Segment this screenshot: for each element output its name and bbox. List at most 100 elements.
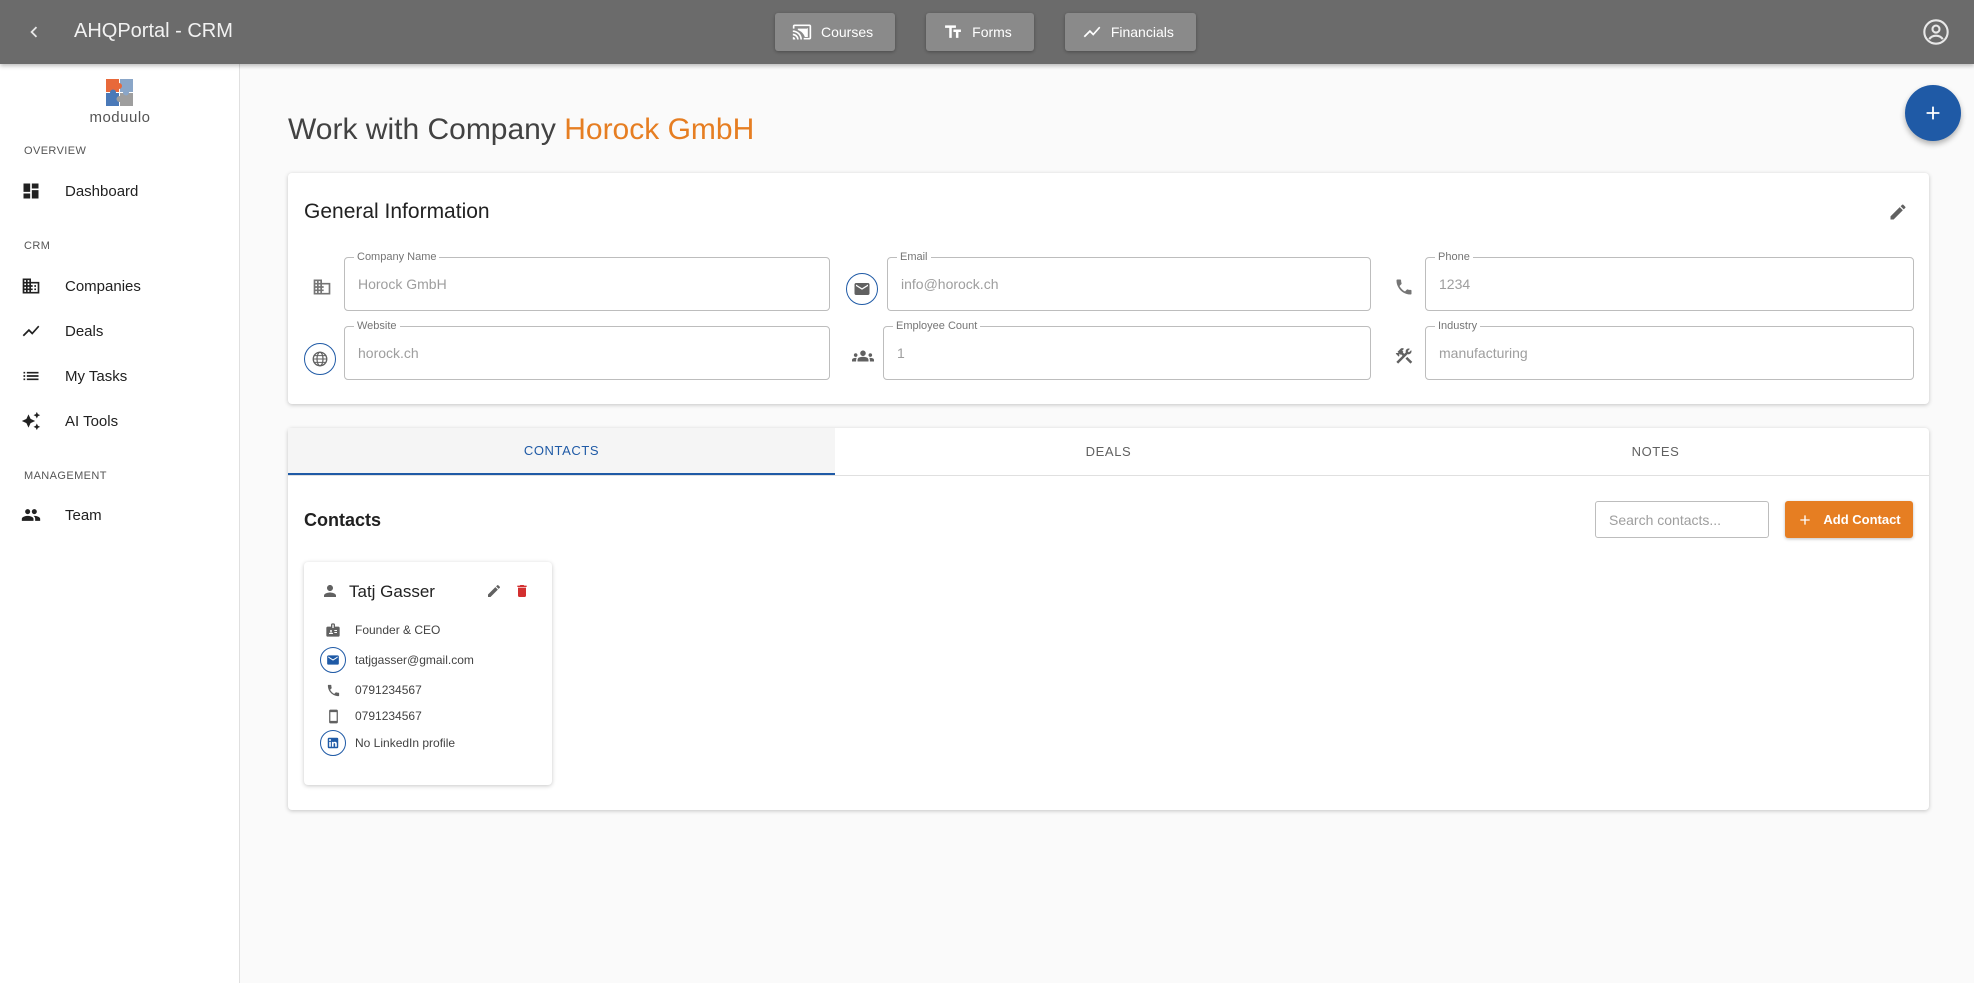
nav-courses-label: Courses [821, 24, 874, 40]
tab-notes[interactable]: NOTES [1382, 428, 1929, 475]
contact-mobile[interactable]: 0791234567 [355, 709, 422, 723]
groups-icon [846, 339, 880, 373]
page-title-prefix: Work with Company [288, 113, 556, 146]
sparkle-icon [20, 410, 42, 432]
general-information-title: General Information [304, 200, 490, 223]
tab-deals[interactable]: DEALS [835, 428, 1382, 475]
company-name-input[interactable] [358, 258, 816, 310]
badge-icon [320, 617, 346, 643]
dashboard-icon [20, 180, 42, 202]
search-contacts-field[interactable] [1595, 501, 1769, 538]
pencil-icon [1890, 204, 1906, 220]
sidebar-item-label: Team [65, 506, 102, 524]
section-label-crm: CRM [24, 240, 51, 252]
sidebar: moduulo OVERVIEW Dashboard CRM Companies… [0, 64, 240, 983]
phone-field[interactable]: Phone [1425, 251, 1914, 311]
linkedin-icon [320, 730, 346, 756]
email-field[interactable]: Email [887, 251, 1371, 311]
logo-text: moduulo [89, 109, 151, 126]
phone-icon [1387, 270, 1421, 304]
general-information-card: General Information Company Name Email P… [288, 173, 1929, 404]
nav-financials-button[interactable]: Financials [1064, 13, 1196, 51]
delete-contact-button[interactable] [511, 580, 533, 602]
construction-icon [1387, 339, 1421, 373]
page-title: Work with Company Horock GmbH [288, 113, 754, 147]
people-icon [20, 504, 42, 526]
app-title: AHQPortal - CRM [74, 20, 233, 42]
text-fields-icon [945, 25, 962, 38]
contact-email-row: tatjgasser@gmail.com [320, 647, 474, 673]
section-label-overview: OVERVIEW [24, 145, 87, 157]
plus-icon [1800, 514, 1811, 525]
nav-financials-label: Financials [1110, 24, 1174, 40]
top-app-bar: AHQPortal - CRM Courses Forms Financials [0, 0, 1974, 64]
sidebar-item-team[interactable]: Team [0, 493, 239, 537]
phone-input[interactable] [1439, 258, 1900, 310]
phone-icon [320, 677, 346, 703]
trending-up-icon [20, 320, 42, 342]
nav-courses-button[interactable]: Courses [775, 13, 896, 51]
domain-icon [305, 270, 339, 304]
back-button[interactable] [18, 16, 50, 48]
nav-forms-label: Forms [972, 24, 1012, 40]
employee-count-input[interactable] [897, 327, 1357, 379]
edit-general-button[interactable] [1885, 199, 1911, 225]
website-input[interactable] [358, 327, 816, 379]
contact-role-row: Founder & CEO [320, 617, 440, 643]
sidebar-item-label: AI Tools [65, 412, 119, 430]
tab-bar: CONTACTS DEALS NOTES [288, 428, 1929, 476]
email-input[interactable] [901, 258, 1357, 310]
account-circle-icon [1923, 19, 1949, 45]
sidebar-item-label: Dashboard [65, 182, 139, 200]
sidebar-item-dashboard[interactable]: Dashboard [0, 169, 239, 213]
puzzle-logo-icon [106, 79, 133, 106]
top-nav: Courses Forms Financials [775, 13, 1196, 51]
person-icon [319, 580, 341, 602]
contact-phone[interactable]: 0791234567 [355, 683, 422, 697]
industry-input[interactable] [1439, 327, 1900, 379]
contact-phone-row: 0791234567 [320, 677, 422, 703]
trending-up-icon [1083, 26, 1101, 38]
business-icon [20, 275, 42, 297]
contact-email[interactable]: tatjgasser@gmail.com [355, 653, 474, 667]
industry-field[interactable]: Industry [1425, 320, 1914, 380]
smartphone-icon [320, 703, 346, 729]
globe-icon [304, 343, 336, 375]
tab-contacts[interactable]: CONTACTS [288, 428, 835, 475]
contact-name: Tatj Gasser [349, 582, 435, 601]
account-button[interactable] [1920, 16, 1952, 48]
page-title-company: Horock GmbH [564, 113, 755, 146]
contact-mobile-row: 0791234567 [320, 703, 422, 729]
section-label-management: MANAGEMENT [24, 470, 107, 482]
edit-contact-button[interactable] [483, 580, 505, 602]
contact-card: Tatj Gasser Founder & CEO tatjgasser@gma… [304, 562, 552, 785]
sidebar-item-label: Companies [65, 277, 141, 295]
list-icon [20, 365, 42, 387]
employee-count-field[interactable]: Employee Count [883, 320, 1371, 380]
add-contact-label: Add Contact [1823, 512, 1901, 527]
company-name-field[interactable]: Company Name [344, 251, 830, 311]
sidebar-item-ai-tools[interactable]: AI Tools [0, 399, 239, 443]
email-icon [846, 273, 878, 305]
sidebar-item-companies[interactable]: Companies [0, 264, 239, 308]
search-contacts-input[interactable] [1596, 502, 1768, 537]
chevron-left-icon [30, 26, 38, 38]
pencil-icon [488, 584, 501, 597]
trash-icon [517, 585, 527, 597]
sidebar-item-my-tasks[interactable]: My Tasks [0, 354, 239, 398]
sidebar-item-label: My Tasks [65, 367, 128, 385]
contact-linkedin: No LinkedIn profile [355, 736, 456, 750]
tabs-card: CONTACTS DEALS NOTES Contacts Add Contac… [288, 428, 1929, 810]
website-field[interactable]: Website [344, 320, 830, 380]
contact-role: Founder & CEO [355, 623, 441, 637]
add-fab-button[interactable] [1905, 85, 1961, 141]
moduulo-logo: moduulo [82, 78, 158, 126]
plus-icon [1926, 106, 1940, 120]
cast-for-education-icon [792, 24, 812, 40]
email-icon [320, 647, 346, 673]
contacts-title: Contacts [304, 510, 382, 530]
sidebar-item-deals[interactable]: Deals [0, 309, 239, 353]
sidebar-item-label: Deals [65, 322, 104, 340]
nav-forms-button[interactable]: Forms [926, 13, 1034, 51]
add-contact-button[interactable]: Add Contact [1785, 501, 1913, 538]
